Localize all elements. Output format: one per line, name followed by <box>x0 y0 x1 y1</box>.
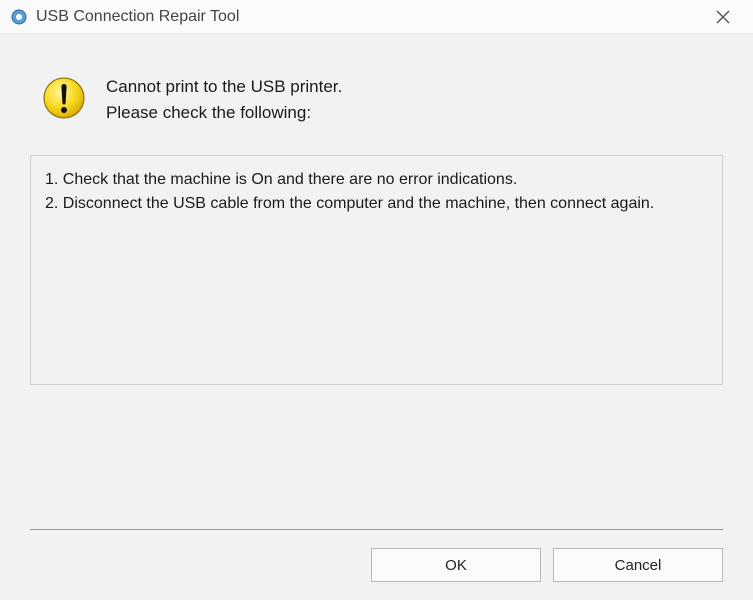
window-title: USB Connection Repair Tool <box>36 8 703 26</box>
message-line-1: Cannot print to the USB printer. <box>106 74 342 100</box>
dialog-body: Cannot print to the USB printer. Please … <box>0 34 753 600</box>
instruction-item-1: 1. Check that the machine is On and ther… <box>45 168 708 192</box>
message-text: Cannot print to the USB printer. Please … <box>106 74 342 125</box>
instructions-box: 1. Check that the machine is On and ther… <box>30 155 723 385</box>
close-icon <box>716 10 730 24</box>
app-icon <box>10 8 28 26</box>
warning-icon <box>40 74 88 122</box>
spacer <box>20 385 733 529</box>
instruction-item-2: 2. Disconnect the USB cable from the com… <box>45 192 708 216</box>
button-row: OK Cancel <box>30 529 723 582</box>
titlebar: USB Connection Repair Tool <box>0 0 753 34</box>
message-line-2: Please check the following: <box>106 100 342 126</box>
close-button[interactable] <box>703 2 743 32</box>
cancel-button[interactable]: Cancel <box>553 548 723 582</box>
ok-button[interactable]: OK <box>371 548 541 582</box>
message-row: Cannot print to the USB printer. Please … <box>20 34 733 155</box>
